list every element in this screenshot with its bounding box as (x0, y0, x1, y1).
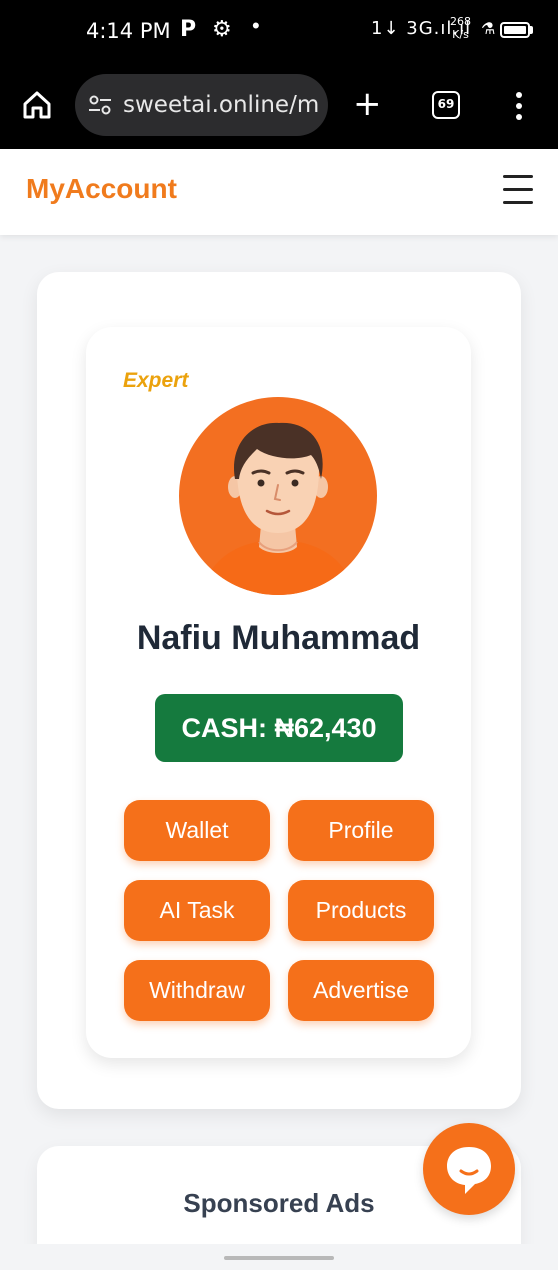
url-text[interactable]: sweetai.online/m (123, 92, 319, 118)
products-button[interactable]: Products (288, 880, 434, 941)
notification-dot: • (252, 13, 260, 38)
rank-badge: Expert (123, 369, 189, 392)
status-bar: 4:14 PM P ⚙ • 1↓ 3G.ıl.ıl 268 K/s ⚗ (0, 0, 558, 62)
gesture-bar[interactable] (224, 1256, 334, 1260)
cash-balance-badge: CASH: ₦62,430 (155, 694, 403, 762)
battery-tip (530, 26, 533, 34)
network-speed: 268 K/s (450, 15, 471, 41)
p-icon: P (180, 17, 197, 42)
profile-button[interactable]: Profile (288, 800, 434, 861)
home-icon[interactable] (22, 90, 52, 120)
browser-toolbar: sweetai.online/m + 69 (0, 62, 558, 149)
withdraw-button[interactable]: Withdraw (124, 960, 270, 1021)
address-bar[interactable]: sweetai.online/m (75, 74, 328, 136)
advertise-button[interactable]: Advertise (288, 960, 434, 1021)
gear-icon: ⚙ (212, 16, 232, 41)
chat-button[interactable] (423, 1123, 515, 1215)
network-speed-unit: K/s (452, 28, 469, 41)
ai-task-button[interactable]: AI Task (124, 880, 270, 941)
app-header: MyAccount (0, 149, 558, 235)
menu-dots-icon[interactable] (516, 92, 524, 125)
account-card: Expert Nafiu Muhammad CASH: ₦62,430 Wall… (37, 272, 521, 1109)
user-name: Nafiu Muhammad (136, 619, 421, 657)
plus-icon[interactable]: + (353, 87, 382, 121)
chat-bubble-icon (447, 1147, 491, 1194)
tabs-icon[interactable]: 69 (432, 91, 460, 119)
tune-icon[interactable] (88, 94, 112, 116)
hamburger-icon[interactable] (503, 175, 533, 207)
wallet-button[interactable]: Wallet (124, 800, 270, 861)
flask-icon: ⚗ (481, 21, 496, 38)
battery-icon (500, 22, 530, 38)
avatar-illustration (201, 422, 355, 595)
profile-card: Expert Nafiu Muhammad CASH: ₦62,430 Wall… (86, 327, 471, 1058)
network-speed-value: 268 (450, 15, 471, 28)
avatar (179, 397, 377, 595)
brand-title[interactable]: MyAccount (26, 173, 177, 205)
status-time: 4:14 PM (86, 19, 171, 43)
